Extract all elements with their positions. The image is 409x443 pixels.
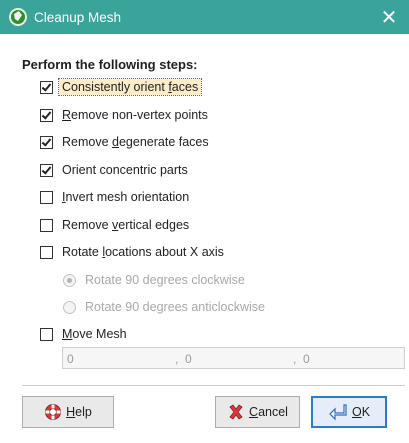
app-logo-icon	[9, 8, 27, 26]
radio-rotate-anticlockwise-label: Rotate 90 degrees anticlockwise	[85, 300, 265, 314]
step-remove-non-vertex-points-label: Remove non-vertex points	[62, 108, 208, 122]
checkbox-remove-non-vertex-points[interactable]	[40, 108, 53, 122]
step-remove-degenerate-faces[interactable]: Remove degenerate faces	[40, 132, 209, 152]
ok-button-label: OK	[351, 405, 371, 419]
checkbox-orient-concentric-parts[interactable]	[40, 163, 53, 177]
ok-button[interactable]: OK	[311, 396, 387, 428]
cancel-x-icon	[227, 403, 245, 421]
close-button[interactable]: ✕	[369, 0, 409, 34]
cancel-button[interactable]: Cancel	[215, 396, 300, 428]
radio-rotate-clockwise[interactable]: Rotate 90 degrees clockwise	[63, 270, 245, 290]
step-orient-faces[interactable]: Consistently orient faces	[40, 77, 203, 97]
coord-separator-1: ,	[175, 352, 179, 366]
coord-z-field[interactable]: 0	[303, 352, 310, 366]
cleanup-mesh-dialog: Cleanup Mesh ✕ Perform the following ste…	[0, 0, 409, 443]
cancel-button-label: Cancel	[249, 405, 288, 419]
coord-separator-2: ,	[293, 352, 297, 366]
checkbox-remove-degenerate-faces[interactable]	[40, 135, 53, 149]
checkbox-remove-vertical-edges[interactable]	[40, 218, 53, 232]
coord-y-field[interactable]: 0	[185, 352, 192, 366]
step-invert-mesh-orientation[interactable]: Invert mesh orientation	[40, 187, 189, 207]
step-move-mesh-label: Move Mesh	[62, 327, 127, 341]
close-icon: ✕	[380, 6, 398, 29]
checkbox-rotate-locations[interactable]	[40, 245, 53, 259]
move-mesh-coordinates: 0 , 0 , 0	[62, 347, 405, 369]
step-remove-degenerate-faces-label: Remove degenerate faces	[62, 135, 209, 149]
checkbox-move-mesh[interactable]	[40, 327, 53, 341]
step-rotate-locations-label: Rotate locations about X axis	[62, 245, 224, 259]
footer-divider	[22, 385, 405, 386]
steps-heading: Perform the following steps:	[22, 57, 198, 72]
checkbox-invert-mesh-orientation[interactable]	[40, 190, 53, 204]
window-title: Cleanup Mesh	[34, 9, 122, 25]
step-remove-non-vertex-points[interactable]: Remove non-vertex points	[40, 105, 208, 125]
radio-button-clockwise[interactable]	[63, 273, 76, 287]
radio-rotate-clockwise-label: Rotate 90 degrees clockwise	[85, 273, 245, 287]
step-rotate-locations[interactable]: Rotate locations about X axis	[40, 242, 224, 262]
coord-x-field[interactable]: 0	[67, 352, 74, 366]
radio-rotate-anticlockwise[interactable]: Rotate 90 degrees anticlockwise	[63, 297, 265, 317]
help-button[interactable]: Help	[22, 396, 114, 428]
help-lifebuoy-icon	[44, 403, 62, 421]
step-remove-vertical-edges[interactable]: Remove vertical edges	[40, 215, 189, 235]
step-orient-concentric-parts[interactable]: Orient concentric parts	[40, 160, 188, 180]
step-orient-faces-label: Consistently orient faces	[57, 78, 203, 96]
step-orient-concentric-parts-label: Orient concentric parts	[62, 163, 188, 177]
step-remove-vertical-edges-label: Remove vertical edges	[62, 218, 190, 232]
ok-enter-arrow-icon	[328, 403, 348, 421]
checkbox-orient-faces[interactable]	[40, 80, 53, 94]
step-move-mesh[interactable]: Move Mesh	[40, 324, 127, 344]
help-button-label: Help	[66, 405, 92, 419]
step-invert-mesh-orientation-label: Invert mesh orientation	[62, 190, 190, 204]
radio-button-anticlockwise[interactable]	[63, 300, 76, 314]
title-bar[interactable]: Cleanup Mesh ✕	[0, 0, 409, 34]
